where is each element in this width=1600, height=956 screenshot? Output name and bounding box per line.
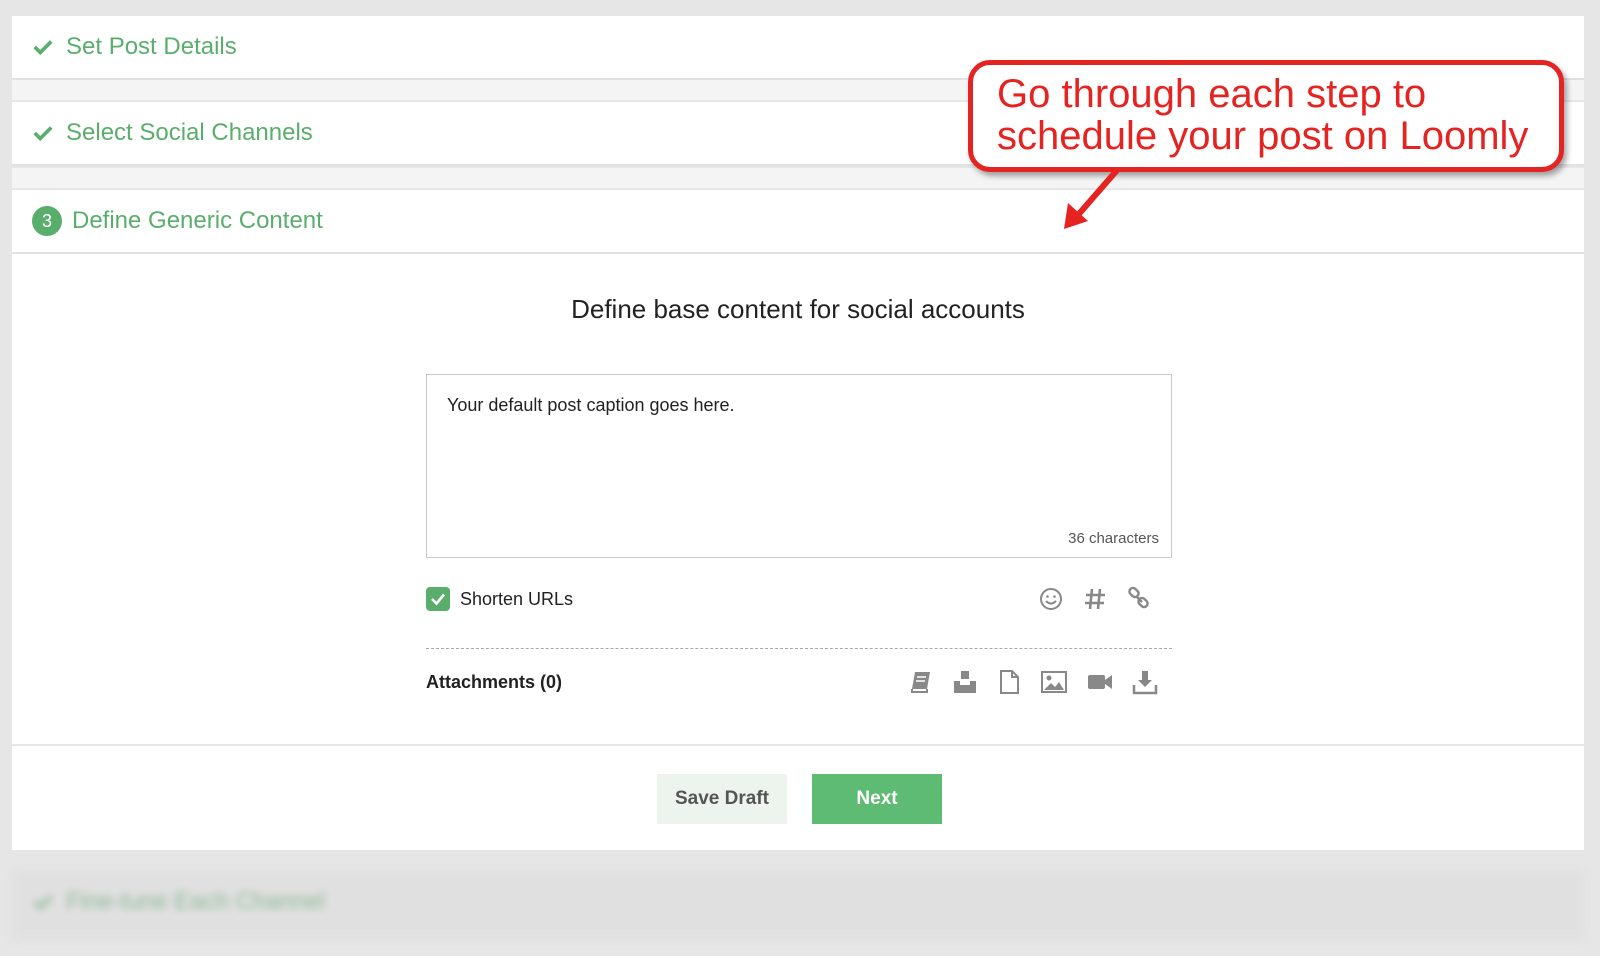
step-fine-tune-each-channel[interactable]: Fine-tune Each Channel xyxy=(12,870,1584,940)
library-icon[interactable] xyxy=(908,669,934,695)
footer-divider xyxy=(12,744,1584,746)
step-header[interactable]: 3 Define Generic Content xyxy=(12,190,1584,254)
character-count: 36 characters xyxy=(1068,530,1159,547)
step-label: Fine-tune Each Channel xyxy=(66,888,325,915)
save-draft-button[interactable]: Save Draft xyxy=(657,774,787,824)
next-button[interactable]: Next xyxy=(812,774,942,824)
document-icon[interactable] xyxy=(996,669,1022,695)
shorten-urls-row: Shorten URLs xyxy=(426,584,1172,614)
download-icon[interactable] xyxy=(1132,669,1158,695)
check-icon xyxy=(33,126,53,142)
callout-annotation: Go through each step to schedule your po… xyxy=(968,60,1564,172)
callout-arrow-icon xyxy=(1064,167,1121,229)
emoji-icon[interactable] xyxy=(1038,586,1064,612)
step-label: Define Generic Content xyxy=(72,207,323,234)
image-icon[interactable] xyxy=(1040,669,1068,695)
check-icon xyxy=(33,40,53,56)
checkmark-icon xyxy=(431,593,446,606)
attachments-label: Attachments (0) xyxy=(426,671,563,692)
shorten-urls-checkbox[interactable] xyxy=(426,587,450,611)
step-header[interactable]: Fine-tune Each Channel xyxy=(12,870,1584,934)
step-label: Set Post Details xyxy=(66,33,237,60)
step-number-badge: 3 xyxy=(32,206,62,236)
link-icon[interactable] xyxy=(1126,586,1152,612)
callout-line-1: Go through each step to xyxy=(997,72,1427,116)
step-label: Select Social Channels xyxy=(66,119,313,146)
attachments-row: Attachments (0) xyxy=(426,662,1172,702)
hashtag-icon[interactable] xyxy=(1082,586,1108,612)
section-divider xyxy=(426,648,1172,649)
upload-icon[interactable] xyxy=(952,669,978,695)
check-icon xyxy=(33,895,53,911)
caption-text: Your default post caption goes here. xyxy=(447,395,735,415)
video-icon[interactable] xyxy=(1086,669,1114,695)
step-define-generic-content: 3 Define Generic Content Define base con… xyxy=(12,190,1584,850)
shorten-urls-label: Shorten URLs xyxy=(460,588,574,609)
caption-tools xyxy=(1038,586,1172,612)
caption-textarea[interactable]: Your default post caption goes here. 36 … xyxy=(426,374,1172,558)
attachment-tools xyxy=(908,669,1172,695)
content-title: Define base content for social accounts xyxy=(571,294,1025,324)
callout-line-2: schedule your post on Loomly xyxy=(997,114,1529,158)
